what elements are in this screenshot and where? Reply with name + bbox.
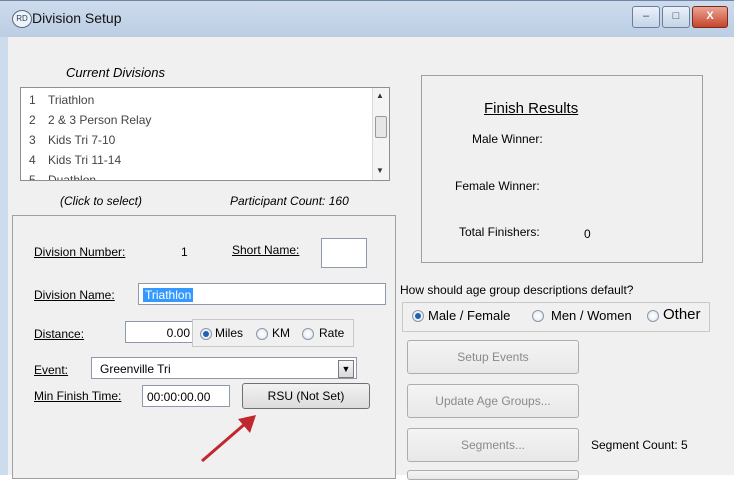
chevron-down-icon[interactable]: ▼ — [338, 360, 354, 378]
other-label: Other — [663, 306, 701, 323]
division-name-selected-text: Triathlon — [143, 288, 194, 302]
list-item-name: Kids Tri 11-14 — [48, 153, 122, 167]
scroll-up-icon[interactable]: ▲ — [376, 91, 384, 100]
list-item-name: Triathlon — [48, 93, 95, 107]
division-number-label: Division Number: — [34, 245, 126, 259]
other-radio[interactable] — [647, 310, 659, 322]
window-title: Division Setup — [32, 10, 122, 26]
client-area: Current Divisions 1 Triathlon 2 2 & 3 Pe… — [8, 37, 734, 480]
setup-events-button[interactable]: Setup Events — [407, 340, 579, 374]
scroll-thumb[interactable] — [375, 116, 387, 138]
list-scrollbar[interactable]: ▲ ▼ — [372, 88, 389, 180]
short-name-input[interactable] — [321, 238, 367, 268]
rate-radio[interactable] — [302, 328, 314, 340]
segments-button[interactable]: Segments... — [407, 428, 579, 462]
division-number-value: 1 — [181, 245, 188, 259]
rsu-button[interactable]: RSU (Not Set) — [242, 383, 370, 409]
event-selected-value: Greenville Tri — [100, 362, 171, 376]
list-item-name: Kids Tri 7-10 — [48, 133, 116, 147]
men-women-radio[interactable] — [532, 310, 544, 322]
miles-radio[interactable] — [200, 328, 212, 340]
division-name-input[interactable]: Triathlon — [138, 283, 386, 305]
event-label: Event: — [34, 363, 69, 377]
min-finish-time-label: Min Finish Time: — [34, 389, 122, 403]
men-women-label: Men / Women — [551, 308, 632, 323]
short-name-label: Short Name: — [232, 243, 300, 257]
segment-count: Segment Count: 5 — [591, 438, 688, 452]
list-item-number: 1 — [29, 93, 36, 107]
list-item-number: 2 — [29, 113, 36, 127]
annotation-arrow-icon — [201, 415, 256, 463]
click-to-select-hint: (Click to select) — [60, 194, 143, 208]
maximize-button[interactable]: □ — [662, 6, 690, 28]
divisions-list[interactable]: 1 Triathlon 2 2 & 3 Person Relay 3 Kids … — [20, 87, 390, 181]
list-item-name: 2 & 3 Person Relay — [48, 113, 152, 127]
male-winner-label: Male Winner: — [472, 132, 543, 146]
age-group-question: How should age group descriptions defaul… — [400, 283, 634, 297]
list-item-name: Duathlon — [48, 173, 97, 181]
scroll-down-icon[interactable]: ▼ — [376, 166, 384, 175]
title-bar[interactable]: RD Division Setup – □ X — [0, 1, 734, 37]
distance-input[interactable]: 0.00 — [125, 321, 195, 343]
event-select[interactable]: Greenville Tri ▼ — [91, 357, 357, 379]
miles-label: Miles — [215, 326, 244, 340]
list-item-number: 4 — [29, 153, 36, 167]
division-name-label: Division Name: — [34, 288, 115, 302]
male-female-label: Male / Female — [428, 308, 511, 323]
finish-results-title: Finish Results — [484, 100, 579, 117]
male-female-radio[interactable] — [412, 310, 424, 322]
km-label: KM — [272, 326, 290, 340]
list-item-number: 5 — [29, 173, 36, 181]
current-divisions-heading: Current Divisions — [66, 65, 165, 80]
female-winner-label: Female Winner: — [455, 179, 540, 193]
partial-button[interactable] — [407, 470, 579, 480]
total-finishers-value: 0 — [584, 227, 591, 241]
list-item-number: 3 — [29, 133, 36, 147]
app-icon: RD — [12, 10, 32, 28]
total-finishers-label: Total Finishers: — [459, 225, 540, 239]
close-button[interactable]: X — [692, 6, 728, 28]
min-finish-time-input[interactable]: 00:00:00.00 — [142, 385, 230, 407]
rate-label: Rate — [319, 326, 345, 340]
minimize-button[interactable]: – — [632, 6, 660, 28]
distance-label: Distance: — [34, 327, 85, 341]
km-radio[interactable] — [256, 328, 268, 340]
division-setup-window: RD Division Setup – □ X Current Division… — [0, 0, 734, 480]
participant-count: Participant Count: 160 — [230, 194, 349, 208]
update-age-groups-button[interactable]: Update Age Groups... — [407, 384, 579, 418]
